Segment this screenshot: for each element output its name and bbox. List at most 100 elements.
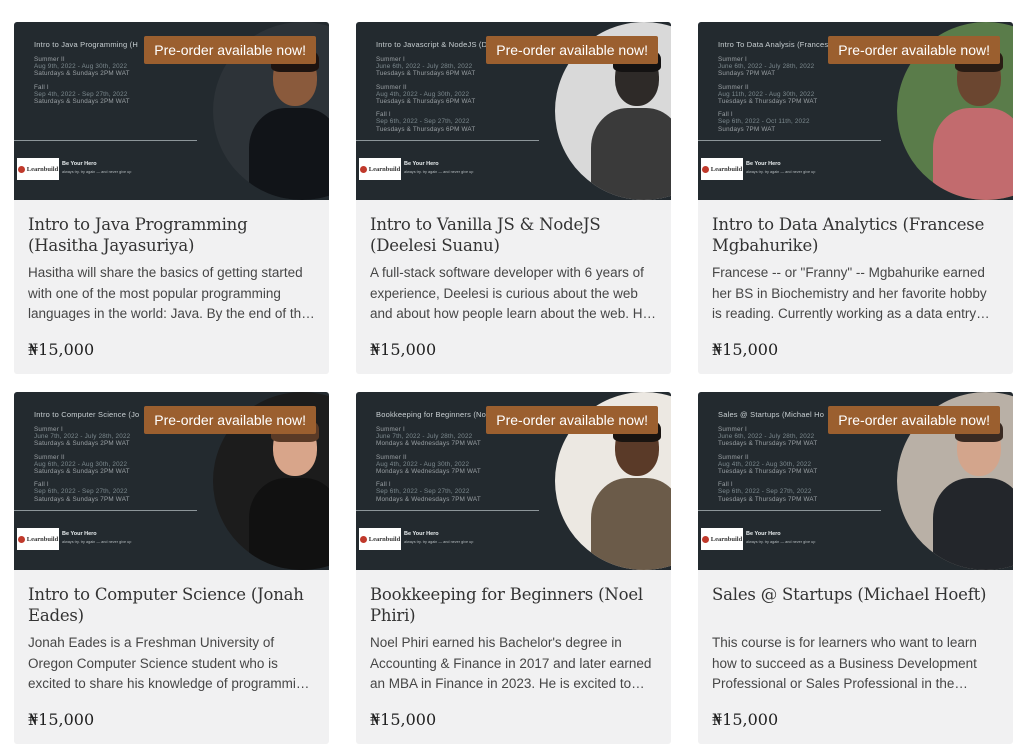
schedule-line: Fall I <box>718 481 733 489</box>
thumbnail-divider <box>14 140 197 141</box>
course-card[interactable]: Intro to Java Programming (H Summer II Aug… <box>14 22 329 374</box>
schedule-line: Tuesdays & Thursdays 7PM WAT <box>718 98 818 106</box>
schedule-line: Fall I <box>34 83 49 91</box>
course-card[interactable]: Bookkeeping for Beginners (No Summer I Jun… <box>356 392 671 744</box>
thumbnail-divider <box>356 140 539 141</box>
slogan-subtext: always try. try again — and never give u… <box>404 170 474 174</box>
slogan: Be Your Hero <box>62 531 97 537</box>
thumbnail-divider <box>356 510 539 511</box>
course-description: This course is for learners who want to … <box>712 635 977 692</box>
logo-text: Learnbuild <box>26 535 59 543</box>
schedule: Summer I June 6th, 2022 - July 28th, 2022… <box>718 56 868 139</box>
course-card[interactable]: Intro to Javascript & NodeJS (De Summer I… <box>356 22 671 374</box>
brand-logo: Learnbuild <box>359 158 401 180</box>
course-thumbnail[interactable]: Bookkeeping for Beginners (No Summer I Jun… <box>356 392 671 570</box>
slogan: Be Your Hero <box>404 531 439 537</box>
schedule-line: Sundays 7PM WAT <box>718 70 776 78</box>
preorder-badge: Pre-order available now! <box>144 406 316 434</box>
course-price: ₦15,000 <box>712 340 779 359</box>
thumbnail-title: Intro to Computer Science (Jo <box>34 410 140 419</box>
schedule-line: Tuesdays & Thursdays 7PM WAT <box>718 495 818 503</box>
schedule-block: Summer II Aug 6th, 2022 - Aug 30th, 2022 S… <box>34 454 184 476</box>
course-thumbnail[interactable]: Sales @ Startups (Michael Ho Summer I June… <box>698 392 1013 570</box>
course-description: Noel Phiri earned his Bachelor's degree … <box>370 635 652 692</box>
schedule-line: Aug 6th, 2022 - Aug 30th, 2022 <box>34 460 128 468</box>
thumbnail-divider <box>698 510 881 511</box>
schedule-line: Tuesdays & Thursdays 7PM WAT <box>718 440 818 448</box>
card-body: Intro to Computer Science (Jonah Eades) J… <box>14 570 329 729</box>
schedule: Summer I June 7th, 2022 - July 28th, 2022… <box>34 426 184 509</box>
schedule-line: Saturdays & Sundays 2PM WAT <box>34 70 130 78</box>
preorder-badge: Pre-order available now! <box>486 36 658 64</box>
schedule-line: Saturdays & Sundays 7PM WAT <box>34 495 130 503</box>
course-description: Hasitha will share the basics of getting… <box>28 265 311 322</box>
schedule: Summer I June 7th, 2022 - July 28th, 2022… <box>376 426 526 509</box>
course-title[interactable]: Sales @ Startups (Michael Hoeft) <box>712 584 999 626</box>
course-thumbnail[interactable]: Intro to Java Programming (H Summer II Aug… <box>14 22 329 200</box>
course-title[interactable]: Intro to Data Analytics (Francese Mgbahu… <box>712 214 999 256</box>
brand-logo: Learnbuild <box>701 528 743 550</box>
course-thumbnail[interactable]: Intro to Computer Science (Jo Summer I Jun… <box>14 392 329 570</box>
schedule-line: Saturdays & Sundays 2PM WAT <box>34 468 130 476</box>
course-thumbnail[interactable]: Intro to Javascript & NodeJS (De Summer I… <box>356 22 671 200</box>
schedule-line: Mondays & Wednesdays 7PM WAT <box>376 440 481 448</box>
schedule-block: Summer II Aug 4th, 2022 - Aug 30th, 2022 T… <box>376 84 526 106</box>
schedule-line: June 6th, 2022 - July 28th, 2022 <box>718 63 815 71</box>
course-price: ₦15,000 <box>370 710 437 729</box>
schedule-line: Fall I <box>376 111 391 119</box>
course-card[interactable]: Intro To Data Analysis (Francese Summer I… <box>698 22 1013 374</box>
schedule-line: Fall I <box>718 111 733 119</box>
card-body: Intro to Vanilla JS & NodeJS (Deelesi Su… <box>356 200 671 359</box>
schedule-block: Fall I Sep 4th, 2022 - Sep 27th, 2022 Satu… <box>34 84 184 106</box>
course-card[interactable]: Intro to Computer Science (Jo Summer I Jun… <box>14 392 329 744</box>
logo-icon <box>359 165 367 173</box>
logo-icon <box>17 165 25 173</box>
course-title[interactable]: Intro to Computer Science (Jonah Eades) <box>28 584 315 626</box>
schedule-line: Summer II <box>34 453 65 461</box>
course-card[interactable]: Sales @ Startups (Michael Ho Summer I June… <box>698 392 1013 744</box>
schedule-block: Fall I Sep 6th, 2022 - Oct 11th, 2022 Sund… <box>718 111 868 133</box>
schedule-block: Fall I Sep 6th, 2022 - Sep 27th, 2022 Tues… <box>376 111 526 133</box>
course-title[interactable]: Intro to Java Programming (Hasitha Jayas… <box>28 214 315 256</box>
schedule-line: Saturdays & Sundays 2PM WAT <box>34 98 130 106</box>
schedule-line: Tuesdays & Thursdays 6PM WAT <box>376 98 476 106</box>
thumbnail-title: Intro to Java Programming (H <box>34 40 138 49</box>
preorder-badge: Pre-order available now! <box>144 36 316 64</box>
course-thumbnail[interactable]: Intro To Data Analysis (Francese Summer I… <box>698 22 1013 200</box>
course-title[interactable]: Intro to Vanilla JS & NodeJS (Deelesi Su… <box>370 214 657 256</box>
slogan-subtext: always try. try again — and never give u… <box>746 170 816 174</box>
logo-icon <box>701 535 709 543</box>
logo-icon <box>17 535 25 543</box>
slogan: Be Your Hero <box>62 161 97 167</box>
schedule-line: Saturdays & Sundays 2PM WAT <box>34 440 130 448</box>
slogan: Be Your Hero <box>746 531 781 537</box>
brand-logo: Learnbuild <box>17 158 59 180</box>
schedule-line: Sep 6th, 2022 - Sep 27th, 2022 <box>376 118 470 126</box>
schedule-line: Tuesdays & Thursdays 6PM WAT <box>376 125 476 133</box>
slogan-subtext: always try. try again — and never give u… <box>404 540 474 544</box>
card-body: Intro to Java Programming (Hasitha Jayas… <box>14 200 329 359</box>
thumbnail-title: Sales @ Startups (Michael Ho <box>718 410 825 419</box>
schedule: Summer II Aug 9th, 2022 - Aug 30th, 2022 S… <box>34 56 184 111</box>
schedule-line: Tuesdays & Thursdays 7PM WAT <box>718 468 818 476</box>
slogan-subtext: always try. try again — and never give u… <box>62 540 132 544</box>
logo-icon <box>359 535 367 543</box>
course-title[interactable]: Bookkeeping for Beginners (Noel Phiri) <box>370 584 657 626</box>
thumbnail-title: Intro To Data Analysis (Francese <box>718 40 833 49</box>
schedule-line: Mondays & Wednesdays 7PM WAT <box>376 468 481 476</box>
schedule-line: Aug 9th, 2022 - Aug 30th, 2022 <box>34 63 128 71</box>
schedule-line: June 6th, 2022 - July 28th, 2022 <box>718 433 815 441</box>
schedule-line: Sep 6th, 2022 - Sep 27th, 2022 <box>718 488 812 496</box>
schedule-line: Summer II <box>718 83 749 91</box>
slogan: Be Your Hero <box>746 161 781 167</box>
course-description: Francese -- or "Franny" -- Mgbahurike ea… <box>712 265 987 322</box>
schedule-line: Aug 4th, 2022 - Aug 30th, 2022 <box>718 460 812 468</box>
schedule-line: Fall I <box>34 481 49 489</box>
schedule-line: Aug 4th, 2022 - Aug 30th, 2022 <box>376 90 470 98</box>
card-body: Intro to Data Analytics (Francese Mgbahu… <box>698 200 1013 359</box>
schedule-line: Aug 11th, 2022 - Aug 30th, 2022 <box>718 90 815 98</box>
schedule-line: Summer II <box>376 453 407 461</box>
brand-logo: Learnbuild <box>701 158 743 180</box>
logo-text: Learnbuild <box>26 165 59 173</box>
thumbnail-title: Intro to Javascript & NodeJS (De <box>376 40 492 49</box>
